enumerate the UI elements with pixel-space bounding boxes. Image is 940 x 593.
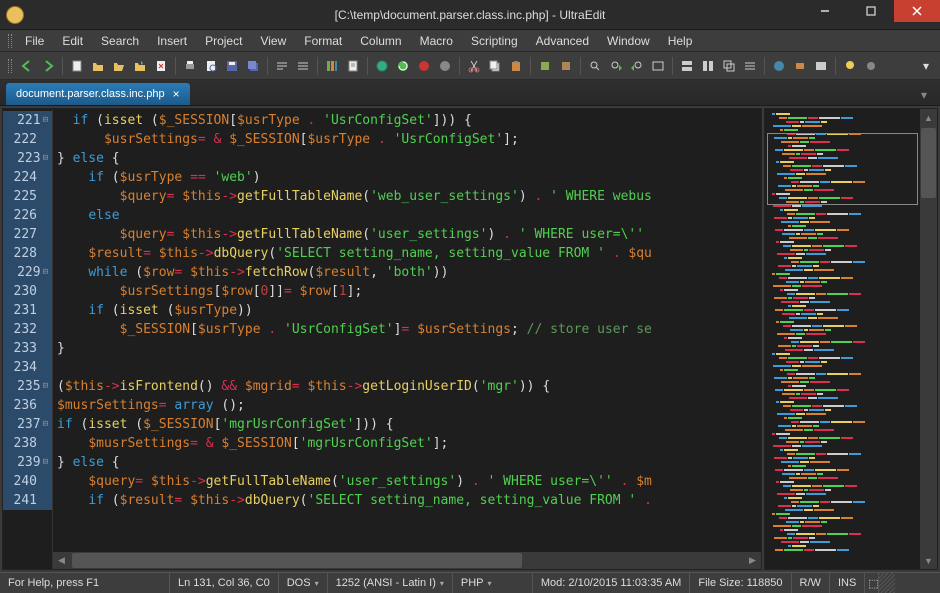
scroll-left-icon[interactable]: ◀ (53, 552, 70, 569)
status-modified: Mod: 2/10/2015 11:03:35 AM (533, 573, 690, 593)
ftp-icon[interactable] (790, 56, 810, 76)
tabbar: document.parser.class.inc.php × ▾ (0, 80, 940, 106)
vscroll-thumb[interactable] (921, 128, 936, 198)
menu-edit[interactable]: Edit (53, 30, 92, 52)
minimap-panel: ▲ ▼ (764, 108, 938, 570)
menu-view[interactable]: View (251, 30, 295, 52)
close-button[interactable] (894, 0, 940, 22)
preview-icon[interactable] (811, 56, 831, 76)
menu-format[interactable]: Format (295, 30, 351, 52)
tool-2-icon[interactable] (556, 56, 576, 76)
web-icon[interactable] (769, 56, 789, 76)
status-cap: ⬚ (865, 573, 879, 593)
tile-v-icon[interactable] (698, 56, 718, 76)
menu-scripting[interactable]: Scripting (462, 30, 527, 52)
code-area[interactable]: if (isset ($_SESSION[$usrType . 'UsrConf… (53, 109, 761, 569)
toolbar: ▾ (0, 52, 940, 80)
menu-help[interactable]: Help (659, 30, 702, 52)
column-marker-icon[interactable] (322, 56, 342, 76)
minimize-button[interactable] (802, 0, 848, 22)
tile-h-icon[interactable] (677, 56, 697, 76)
vertical-scrollbar[interactable]: ▲ ▼ (920, 109, 937, 569)
scroll-up-icon[interactable]: ▲ (920, 109, 937, 126)
tool-1-icon[interactable] (535, 56, 555, 76)
menubar-handle[interactable] (8, 34, 12, 48)
status-language[interactable]: PHP (453, 573, 533, 593)
maximize-button[interactable] (848, 0, 894, 22)
menu-file[interactable]: File (16, 30, 53, 52)
toolbar-overflow-icon[interactable]: ▾ (916, 56, 936, 76)
stop-icon[interactable] (414, 56, 434, 76)
folder-open-icon[interactable] (109, 56, 129, 76)
new-file-icon[interactable] (67, 56, 87, 76)
window-title: [C:\temp\document.parser.class.inc.php] … (335, 8, 606, 22)
app-icon (6, 6, 24, 24)
list-icon[interactable] (740, 56, 760, 76)
print-icon[interactable] (180, 56, 200, 76)
hscroll-thumb[interactable] (72, 553, 522, 568)
back-icon[interactable] (17, 56, 37, 76)
menubar: FileEditSearchInsertProjectViewFormatCol… (0, 30, 940, 52)
status-position: Ln 131, Col 36, C0 (170, 573, 279, 593)
find-prev-icon[interactable] (627, 56, 647, 76)
line-icon[interactable] (293, 56, 313, 76)
titlebar: [C:\temp\document.parser.class.inc.php] … (0, 0, 940, 30)
menu-window[interactable]: Window (598, 30, 659, 52)
open-quick-icon[interactable] (130, 56, 150, 76)
menu-insert[interactable]: Insert (148, 30, 196, 52)
print-preview-icon[interactable] (201, 56, 221, 76)
statusbar: For Help, press F1 Ln 131, Col 36, C0 DO… (0, 572, 940, 593)
file-tab-label: document.parser.class.inc.php (16, 88, 165, 100)
tab-close-icon[interactable]: × (173, 87, 180, 101)
scroll-down-icon[interactable]: ▼ (920, 552, 937, 569)
open-folder-icon[interactable] (88, 56, 108, 76)
close-file-icon[interactable] (151, 56, 171, 76)
status-readwrite[interactable]: R/W (792, 573, 830, 593)
settings-icon[interactable] (861, 56, 881, 76)
minimap[interactable] (765, 109, 920, 569)
copy-icon[interactable] (485, 56, 505, 76)
help-bulb-icon[interactable] (840, 56, 860, 76)
editor[interactable]: 221⊟222223⊟224225226227228229⊟2302312322… (2, 108, 762, 570)
menu-macro[interactable]: Macro (411, 30, 462, 52)
toggle-icon[interactable] (435, 56, 455, 76)
minimap-viewport[interactable] (767, 133, 918, 205)
tab-overflow-icon[interactable]: ▾ (914, 85, 934, 105)
status-encoding[interactable]: 1252 (ANSI - Latin I) (328, 573, 453, 593)
menu-project[interactable]: Project (196, 30, 251, 52)
replace-icon[interactable] (648, 56, 668, 76)
cut-icon[interactable] (464, 56, 484, 76)
status-filesize: File Size: 118850 (690, 573, 791, 593)
doc-icon[interactable] (343, 56, 363, 76)
resize-grip[interactable] (879, 573, 895, 593)
find-next-icon[interactable] (606, 56, 626, 76)
paste-icon[interactable] (506, 56, 526, 76)
horizontal-scrollbar[interactable]: ◀ ▶ (53, 552, 761, 569)
scroll-right-icon[interactable]: ▶ (744, 552, 761, 569)
menu-advanced[interactable]: Advanced (527, 30, 598, 52)
save-all-icon[interactable] (243, 56, 263, 76)
save-icon[interactable] (222, 56, 242, 76)
globe-icon[interactable] (372, 56, 392, 76)
refresh-icon[interactable] (393, 56, 413, 76)
find-icon[interactable] (585, 56, 605, 76)
status-line-ending[interactable]: DOS (279, 573, 328, 593)
file-tab[interactable]: document.parser.class.inc.php × (6, 83, 190, 105)
menu-column[interactable]: Column (351, 30, 410, 52)
main: 221⊟222223⊟224225226227228229⊟2302312322… (0, 106, 940, 572)
toolbar-handle[interactable] (8, 59, 12, 73)
forward-icon[interactable] (38, 56, 58, 76)
menu-search[interactable]: Search (92, 30, 148, 52)
word-wrap-icon[interactable] (272, 56, 292, 76)
cascade-icon[interactable] (719, 56, 739, 76)
status-help: For Help, press F1 (0, 573, 170, 593)
status-insert-mode[interactable]: INS (830, 573, 865, 593)
line-number-gutter[interactable]: 221⊟222223⊟224225226227228229⊟2302312322… (3, 109, 53, 569)
